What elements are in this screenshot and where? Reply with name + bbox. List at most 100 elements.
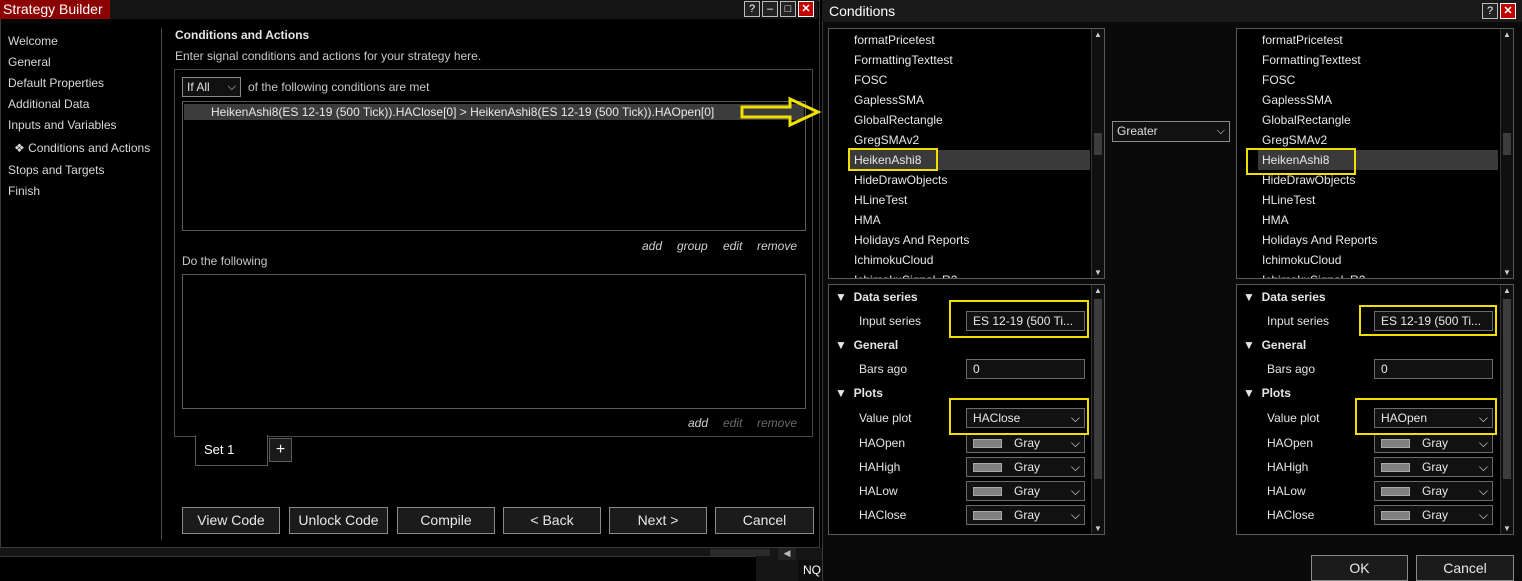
view-code-button[interactable]: View Code (182, 507, 280, 534)
nav-inputs-and-variables[interactable]: Inputs and Variables (8, 118, 117, 134)
plot-color-dropdown[interactable]: Gray ⌵ (966, 505, 1085, 525)
nav-finish[interactable]: Finish (8, 184, 40, 200)
list-item[interactable]: GregSMAv2 (1258, 130, 1498, 150)
cancel-button[interactable]: Cancel (715, 507, 814, 534)
color-swatch (973, 463, 1002, 473)
list-item[interactable]: Holidays And Reports (1258, 230, 1498, 250)
condition-add-link[interactable]: add (642, 239, 662, 253)
nav-conditions-and-actions[interactable]: ❖ Conditions and Actions (14, 141, 150, 157)
nav-additional-data[interactable]: Additional Data (8, 97, 89, 113)
conditions-close-button[interactable]: ✕ (1500, 3, 1516, 19)
conditions-cancel-button[interactable]: Cancel (1416, 555, 1514, 581)
plot-color-dropdown[interactable]: Gray ⌵ (966, 433, 1085, 453)
nav-welcome[interactable]: Welcome (8, 34, 58, 50)
general-group[interactable]: ▼ General (835, 336, 898, 354)
add-set-button[interactable]: + (269, 438, 292, 462)
compile-button[interactable]: Compile (397, 507, 495, 534)
plot-color-dropdown[interactable]: Gray ⌵ (1374, 505, 1493, 525)
back-button[interactable]: < Back (503, 507, 601, 534)
plot-name-label: HALow (1267, 484, 1306, 498)
nav-general[interactable]: General (8, 55, 51, 71)
close-button[interactable]: ✕ (798, 1, 814, 17)
scroll-down-icon[interactable]: ▼ (1092, 268, 1104, 277)
operator-dropdown[interactable]: Greater ⌵ (1112, 121, 1230, 142)
list-item[interactable]: HideDrawObjects (850, 170, 1090, 190)
next-button[interactable]: Next > (609, 507, 707, 534)
chevron-down-icon: ⌵ (1070, 436, 1080, 450)
actions-list[interactable] (182, 274, 806, 409)
list-item[interactable]: GaplessSMA (1258, 90, 1498, 110)
plots-group[interactable]: ▼ Plots (1243, 384, 1291, 402)
color-swatch (1381, 511, 1410, 521)
tab-set-1[interactable]: Set 1 (195, 435, 268, 466)
scroll-thumb[interactable] (1503, 299, 1511, 479)
scroll-up-icon[interactable]: ▲ (1092, 286, 1104, 295)
strategy-builder-titlebar[interactable]: Strategy Builder (0, 0, 818, 19)
plot-color-dropdown[interactable]: Gray ⌵ (966, 457, 1085, 477)
bars-ago-field[interactable]: 0 (1374, 359, 1493, 379)
condition-group-link[interactable]: group (677, 239, 708, 253)
scroll-down-icon[interactable]: ▼ (1092, 524, 1104, 533)
list-item[interactable]: FOSC (1258, 70, 1498, 90)
scroll-thumb[interactable] (1503, 133, 1511, 155)
bars-ago-field[interactable]: 0 (966, 359, 1085, 379)
list-item[interactable]: formatPricetest (850, 30, 1090, 50)
minimize-button[interactable]: – (762, 1, 778, 17)
scroll-down-icon[interactable]: ▼ (1501, 524, 1513, 533)
list-item[interactable]: IchimokuCloud (1258, 250, 1498, 270)
plot-color-dropdown[interactable]: Gray ⌵ (1374, 457, 1493, 477)
nav-divider (161, 28, 162, 540)
unlock-code-button[interactable]: Unlock Code (289, 507, 388, 534)
plot-color-dropdown[interactable]: Gray ⌵ (966, 481, 1085, 501)
list-item[interactable]: GregSMAv2 (850, 130, 1090, 150)
list-item[interactable]: IchimokuSignal_R2 (850, 270, 1090, 278)
help-button[interactable]: ? (744, 1, 760, 17)
nav-stops-and-targets[interactable]: Stops and Targets (8, 163, 105, 179)
condition-mode-dropdown[interactable]: If All ⌵ (182, 77, 241, 97)
conditions-help-button[interactable]: ? (1482, 3, 1498, 19)
nav-default-properties[interactable]: Default Properties (8, 76, 104, 92)
scroll-down-icon[interactable]: ▼ (1501, 268, 1513, 277)
list-item[interactable]: GlobalRectangle (850, 110, 1090, 130)
scroll-up-icon[interactable]: ▲ (1092, 30, 1104, 39)
left-props-scrollbar[interactable]: ▲ ▼ (1091, 285, 1104, 534)
list-item[interactable]: Holidays And Reports (850, 230, 1090, 250)
right-props-scrollbar[interactable]: ▲ ▼ (1500, 285, 1513, 534)
list-item[interactable]: HLineTest (1258, 190, 1498, 210)
scroll-up-icon[interactable]: ▲ (1501, 30, 1513, 39)
condition-remove-link[interactable]: remove (757, 239, 797, 253)
general-group[interactable]: ▼ General (1243, 336, 1306, 354)
right-list-scrollbar[interactable]: ▲ ▼ (1500, 29, 1513, 278)
plot-color-dropdown[interactable]: Gray ⌵ (1374, 433, 1493, 453)
list-item[interactable]: HMA (1258, 210, 1498, 230)
plots-group[interactable]: ▼ Plots (835, 384, 883, 402)
color-swatch (973, 487, 1002, 497)
scroll-thumb[interactable] (1094, 133, 1102, 155)
maximize-button[interactable]: □ (780, 1, 796, 17)
data-series-group[interactable]: ▼ Data series (1243, 288, 1326, 306)
scroll-thumb[interactable] (1094, 299, 1102, 479)
list-item[interactable]: HMA (850, 210, 1090, 230)
plot-color-dropdown[interactable]: Gray ⌵ (1374, 481, 1493, 501)
plot-name-label: HAClose (859, 508, 907, 522)
conditions-list[interactable] (182, 101, 806, 231)
condition-row[interactable]: HeikenAshi8(ES 12-19 (500 Tick)).HAClose… (184, 104, 804, 120)
left-list-scrollbar[interactable]: ▲ ▼ (1091, 29, 1104, 278)
list-item[interactable]: IchimokuCloud (850, 250, 1090, 270)
scroll-up-icon[interactable]: ▲ (1501, 286, 1513, 295)
condition-edit-link[interactable]: edit (723, 239, 742, 253)
ok-button[interactable]: OK (1311, 555, 1408, 581)
conditions-title[interactable]: Conditions (822, 0, 1522, 22)
list-item[interactable]: GlobalRectangle (1258, 110, 1498, 130)
action-add-link[interactable]: add (688, 416, 708, 430)
list-item[interactable]: FormattingTexttest (1258, 50, 1498, 70)
list-item[interactable]: formatPricetest (1258, 30, 1498, 50)
list-item[interactable]: IchimokuSignal_R2 (1258, 270, 1498, 278)
data-series-group[interactable]: ▼ Data series (835, 288, 918, 306)
plot-color-value: Gray (1014, 436, 1041, 450)
list-item[interactable]: FOSC (850, 70, 1090, 90)
list-item[interactable]: FormattingTexttest (850, 50, 1090, 70)
list-item[interactable]: GaplessSMA (850, 90, 1090, 110)
chevron-down-icon: ⌵ (1478, 484, 1488, 498)
list-item[interactable]: HLineTest (850, 190, 1090, 210)
